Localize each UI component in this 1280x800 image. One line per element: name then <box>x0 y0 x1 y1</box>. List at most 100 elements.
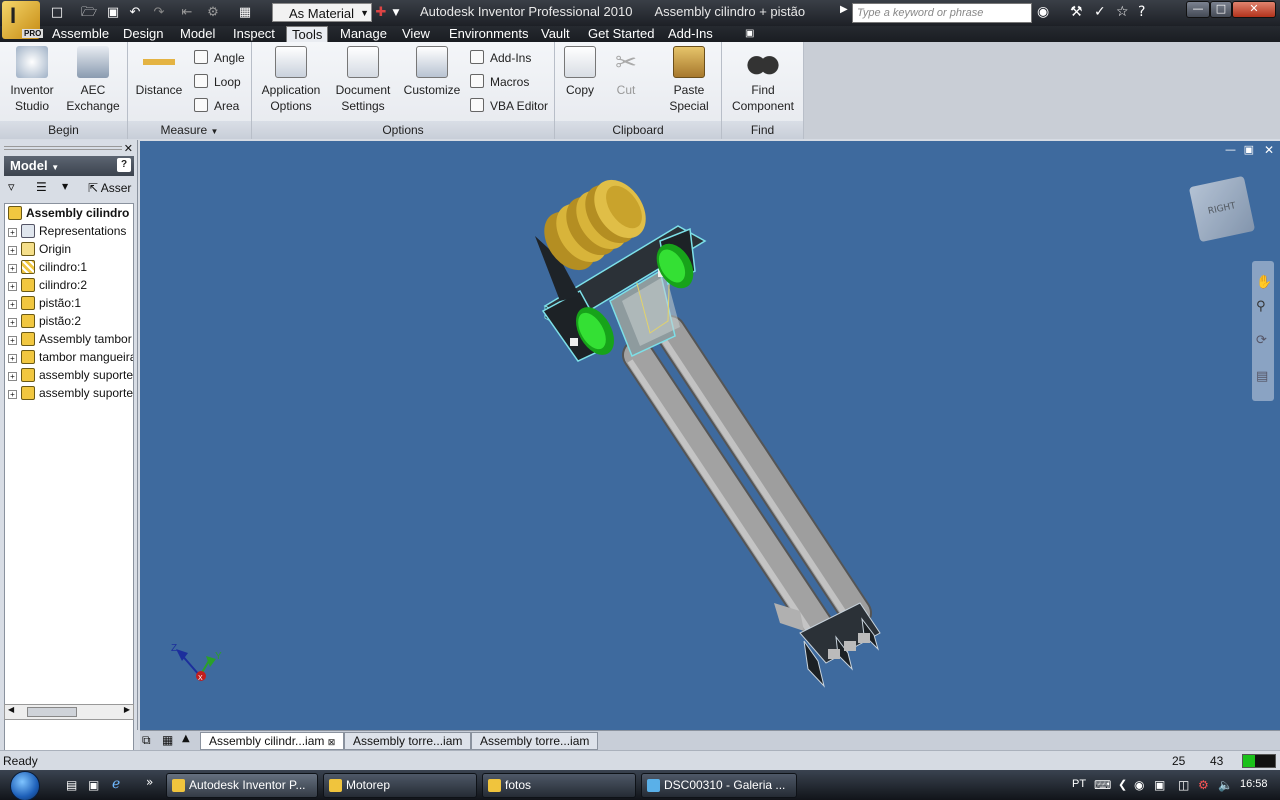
distance-button[interactable]: Distance <box>132 46 186 98</box>
panel-title-measure[interactable]: Measure ▼ <box>128 121 251 139</box>
tree-item-assembly-suporte-1[interactable]: + assembly suporte <box>5 366 133 384</box>
tree-item-cilindro-1[interactable]: + cilindro:1 <box>5 258 133 276</box>
expand-icon[interactable]: + <box>8 372 17 381</box>
favorites-star-icon[interactable]: ☆ <box>1116 4 1129 20</box>
chevron-down-icon[interactable]: ▼ <box>390 4 402 22</box>
task-motorep[interactable]: Motorep <box>323 773 477 798</box>
security-icon[interactable]: ⚙ <box>1198 778 1209 792</box>
browser-header[interactable]: Model ▼ ? <box>4 156 134 176</box>
macros-button[interactable]: Macros <box>470 74 529 89</box>
help-icon[interactable]: ? <box>117 158 131 172</box>
expand-icon[interactable]: + <box>8 390 17 399</box>
task-inventor[interactable]: Autodesk Inventor P... <box>166 773 318 798</box>
language-indicator[interactable]: PT <box>1072 778 1086 790</box>
inventor-studio-button[interactable]: Inventor Studio <box>4 46 60 114</box>
chevron-down-icon[interactable]: ▼ <box>62 182 68 191</box>
clock[interactable]: 16:58 <box>1240 778 1268 790</box>
scrollbar-thumb[interactable] <box>27 707 77 717</box>
ribbon-minimize-icon[interactable]: ▣ <box>740 26 759 42</box>
tray-expand-icon[interactable]: ❮ <box>1118 778 1127 791</box>
tree-item-tambor-mangueira[interactable]: + tambor mangueira <box>5 348 133 366</box>
doc-tab-2[interactable]: Assembly torre...iam <box>344 732 472 750</box>
help-search-input[interactable]: Type a keyword or phrase <box>852 3 1032 23</box>
new-file-icon[interactable]: □ <box>48 4 66 22</box>
panel-grip[interactable] <box>4 146 122 150</box>
expand-icon[interactable]: + <box>8 228 17 237</box>
scroll-right-icon[interactable]: ▶ <box>124 705 130 714</box>
start-button[interactable] <box>10 771 40 800</box>
tree-item-pistao-1[interactable]: + pistão:1 <box>5 294 133 312</box>
expand-icon[interactable]: + <box>8 354 17 363</box>
area-button[interactable]: Area <box>194 98 239 113</box>
close-icon[interactable]: ✕ <box>124 142 133 155</box>
maximize-button[interactable]: □ <box>1210 1 1232 18</box>
material-dropdown[interactable]: As Material ▼ <box>272 3 372 22</box>
expand-icon[interactable]: + <box>8 246 17 255</box>
quicklaunch-more-icon[interactable]: » <box>146 775 153 789</box>
help-icon[interactable]: ? <box>1138 4 1145 20</box>
expand-icon[interactable]: + <box>8 318 17 327</box>
tab-view[interactable]: View <box>397 26 435 42</box>
chevron-up-icon[interactable]: ▲ <box>182 733 190 744</box>
document-settings-button[interactable]: Document Settings <box>332 46 394 114</box>
subscription-icon[interactable]: ✓ <box>1094 4 1106 20</box>
cut-button[interactable]: ✂ Cut <box>609 46 643 98</box>
monitor-icon[interactable]: ▣ <box>1154 778 1165 792</box>
tab-assemble[interactable]: Assemble <box>47 26 114 42</box>
network-icon[interactable]: ◉ <box>1134 778 1144 792</box>
task-fotos[interactable]: fotos <box>482 773 636 798</box>
copy-button[interactable]: Copy <box>561 46 599 98</box>
usb-icon[interactable]: ◫ <box>1178 778 1189 792</box>
angle-button[interactable]: Angle <box>194 50 245 65</box>
tab-tools[interactable]: Tools <box>286 26 329 42</box>
tree-item-pistao-2[interactable]: + pistão:2 <box>5 312 133 330</box>
color-override-icon[interactable]: ✚ <box>372 4 390 22</box>
close-icon[interactable]: ⊠ <box>328 737 336 747</box>
filter-icon[interactable]: ▿ <box>8 180 15 195</box>
tile-windows-icon[interactable]: ▦ <box>162 733 173 747</box>
tab-manage[interactable]: Manage <box>335 26 392 42</box>
loop-button[interactable]: Loop <box>194 74 241 89</box>
tab-get-started[interactable]: Get Started <box>583 26 659 42</box>
tree-item-representations[interactable]: + Representations <box>5 222 133 240</box>
save-icon[interactable]: ▣ <box>104 4 122 22</box>
select-filter-icon[interactable]: ▦ <box>236 4 254 22</box>
update-icon[interactable]: ⚙ <box>204 4 222 22</box>
tab-add-ins[interactable]: Add-Ins <box>663 26 718 42</box>
task-galeria[interactable]: DSC00310 - Galeria ... <box>641 773 797 798</box>
cylinder-rod-right[interactable] <box>654 315 872 629</box>
tree-item-assembly-suporte-2[interactable]: + assembly suporte <box>5 384 133 402</box>
graphics-viewport[interactable]: — ▣ ✕ RIGHT ✋ ⚲ ⟳ ▤ Z Y X <box>140 141 1280 730</box>
expand-icon[interactable]: + <box>8 264 17 273</box>
application-options-button[interactable]: Application Options <box>258 46 324 114</box>
switch-windows-icon[interactable]: ▣ <box>88 778 99 792</box>
expand-icon[interactable]: + <box>8 300 17 309</box>
binoculars-icon[interactable]: ◉ <box>1037 4 1049 20</box>
minimize-button[interactable]: — <box>1186 1 1210 18</box>
close-button[interactable]: ✕ <box>1232 1 1276 18</box>
doc-tab-1[interactable]: Assembly cilindr...iam ⊠ <box>200 732 345 750</box>
tree-item-origin[interactable]: + Origin <box>5 240 133 258</box>
tree-item-assembly-tambor[interactable]: + Assembly tambor <box>5 330 133 348</box>
undo-icon[interactable]: ↶ <box>126 4 144 22</box>
select-icon[interactable]: ⇤ <box>176 4 198 22</box>
redo-icon[interactable]: ↷ <box>150 4 168 22</box>
tools-icon[interactable]: ⚒ <box>1070 4 1083 20</box>
find-component-button[interactable]: Find Component <box>728 46 798 114</box>
tab-design[interactable]: Design <box>118 26 168 42</box>
tab-vault[interactable]: Vault <box>536 26 575 42</box>
volume-icon[interactable]: 🔈 <box>1218 778 1233 792</box>
tree-horizontal-scrollbar[interactable]: ◀ ▶ <box>4 704 134 720</box>
add-ins-button[interactable]: Add-Ins <box>470 50 531 65</box>
customize-button[interactable]: Customize <box>402 46 462 98</box>
tree-root[interactable]: Assembly cilindro <box>5 204 133 222</box>
search-expand-icon[interactable]: ▶ <box>840 4 848 15</box>
tab-inspect[interactable]: Inspect <box>228 26 280 42</box>
doc-tab-3[interactable]: Assembly torre...iam <box>471 732 599 750</box>
open-folder-icon[interactable]: 🗁 <box>80 4 98 22</box>
assembly-view-button[interactable]: ⇱ Asser <box>88 181 131 195</box>
scroll-left-icon[interactable]: ◀ <box>8 705 14 714</box>
assembly-model[interactable]: Z Y X <box>140 141 1280 730</box>
hierarchy-icon[interactable]: ☰ <box>36 180 47 194</box>
aec-exchange-button[interactable]: AEC Exchange <box>64 46 122 114</box>
